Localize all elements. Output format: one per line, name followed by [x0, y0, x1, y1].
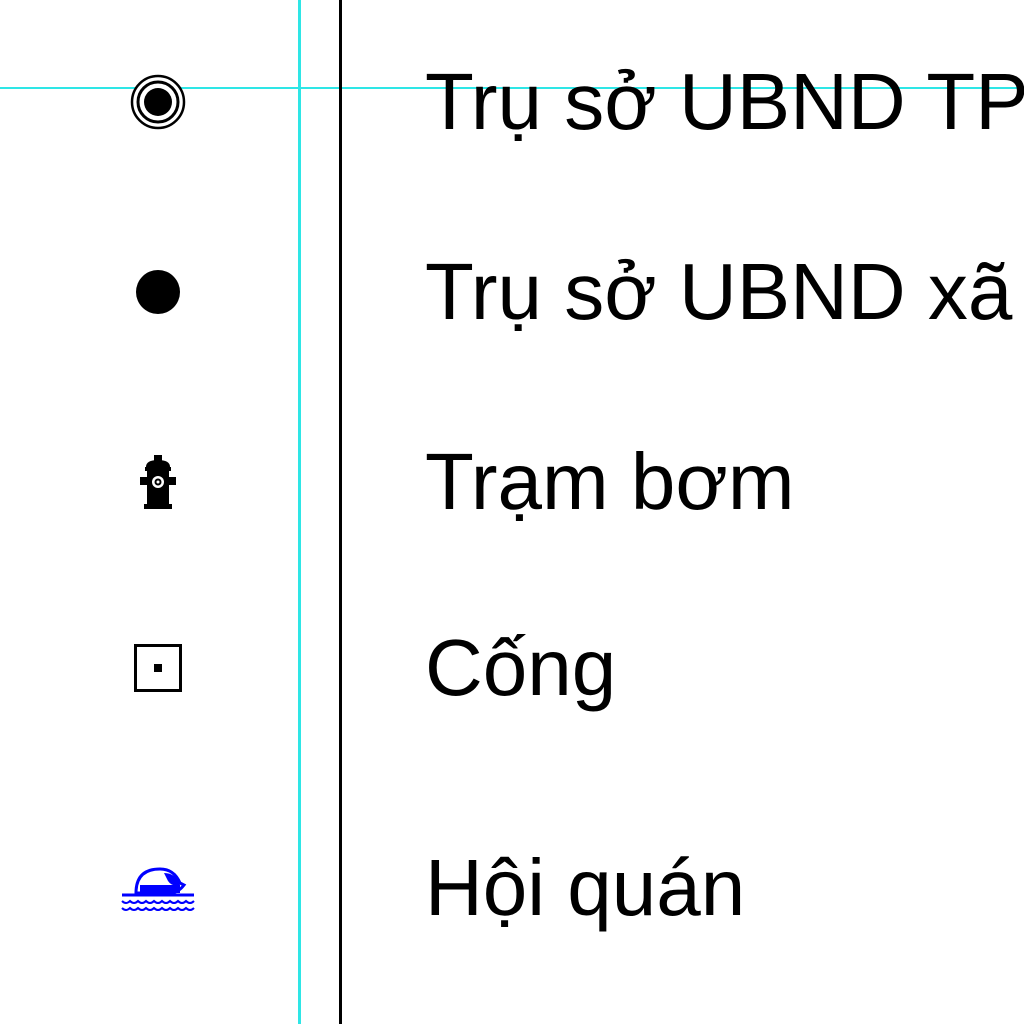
- fire-hydrant-icon: [108, 422, 208, 542]
- boxed-dot-icon: [108, 608, 208, 728]
- legend-row-ubnd-tp: Trụ sở UBND TP: [0, 42, 1024, 162]
- legend-label: Hội quán: [425, 843, 746, 932]
- legend-row-ubnd-xa: Trụ sở UBND xã: [0, 232, 1024, 352]
- legend-label: Trụ sở UBND xã: [425, 247, 1013, 336]
- legend-label: Trụ sở UBND TP: [425, 57, 1024, 146]
- circled-dot-icon: [108, 42, 208, 162]
- legend-row-hoi-quan: Hội quán: [0, 828, 1024, 948]
- dome-over-water-icon: [108, 828, 208, 948]
- legend-row-tram-bom: Trạm bơm: [0, 422, 1024, 542]
- legend-label: Trạm bơm: [425, 437, 795, 526]
- legend-canvas: Trụ sở UBND TP Trụ sở UBND xã Trạm bơm C…: [0, 0, 1024, 1024]
- filled-circle-icon: [108, 232, 208, 352]
- legend-row-cong: Cống: [0, 608, 1024, 728]
- legend-label: Cống: [425, 623, 617, 712]
